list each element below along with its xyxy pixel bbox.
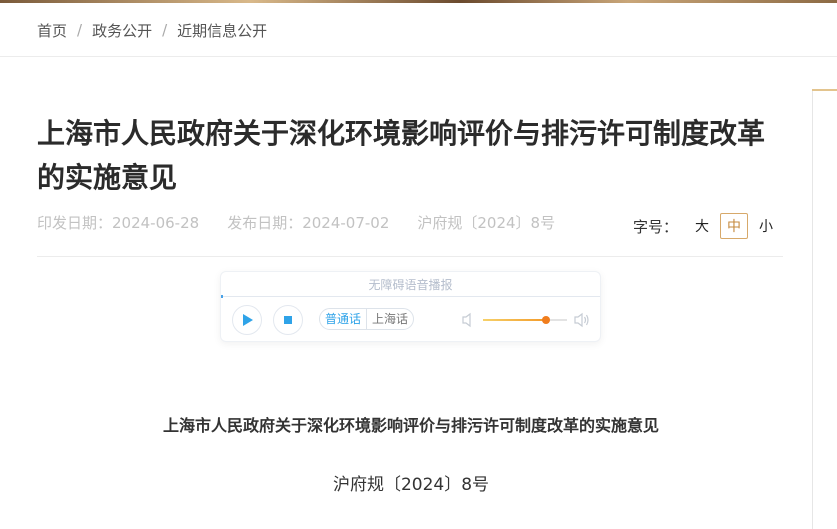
language-shanghainese-button[interactable]: 上海话: [366, 309, 413, 329]
breadcrumb-recent-info[interactable]: 近期信息公开: [177, 20, 267, 41]
doc-number: 沪府规〔2024〕8号: [417, 214, 556, 232]
sidebar-accent: [812, 89, 837, 91]
stop-button[interactable]: [273, 305, 303, 335]
font-size-switcher: 字号： 大 中 小: [633, 213, 780, 239]
player-title: 无障碍语音播报: [368, 278, 453, 292]
document-number: 沪府规〔2024〕8号: [332, 475, 490, 495]
font-size-label: 字号：: [633, 217, 679, 236]
breadcrumb-home[interactable]: 首页: [37, 20, 67, 41]
volume-low-icon[interactable]: [461, 312, 475, 328]
volume-fill: [483, 319, 546, 321]
volume-slider[interactable]: [483, 316, 567, 324]
language-switcher: 普通话 上海话: [319, 308, 415, 330]
header-divider: [0, 56, 837, 57]
meta-divider: [37, 256, 783, 257]
play-icon: [243, 314, 253, 326]
top-banner: [0, 0, 837, 3]
font-size-small-button[interactable]: 小: [752, 213, 780, 239]
progress-bar[interactable]: [221, 295, 600, 298]
breadcrumb-separator: /: [162, 21, 168, 39]
document-heading: 上海市人民政府关于深化环境影响评价与排污许可制度改革的实施意见: [162, 416, 659, 435]
article-meta: 印发日期：2024-06-28 发布日期：2024-07-02 沪府规〔2024…: [37, 212, 555, 233]
audio-player: 无障碍语音播报 普通话 上海话: [220, 271, 601, 342]
publish-date: 发布日期：2024-07-02: [227, 214, 390, 232]
page-title: 上海市人民政府关于深化环境影响评价与排污许可制度改革的实施意见: [37, 117, 766, 194]
language-mandarin-button[interactable]: 普通话: [320, 309, 366, 329]
volume-high-icon[interactable]: [573, 312, 591, 328]
play-button[interactable]: [232, 305, 262, 335]
breadcrumb: 首页 / 政务公开 / 近期信息公开: [37, 18, 267, 42]
font-size-large-button[interactable]: 大: [688, 213, 716, 239]
progress-indicator: [221, 295, 223, 298]
issue-date: 印发日期：2024-06-28: [37, 214, 200, 232]
sidebar-border: [812, 90, 813, 529]
font-size-medium-button[interactable]: 中: [720, 213, 749, 239]
breadcrumb-government-affairs[interactable]: 政务公开: [92, 20, 152, 41]
stop-icon: [284, 316, 292, 324]
volume-knob[interactable]: [542, 316, 550, 324]
breadcrumb-separator: /: [77, 21, 83, 39]
